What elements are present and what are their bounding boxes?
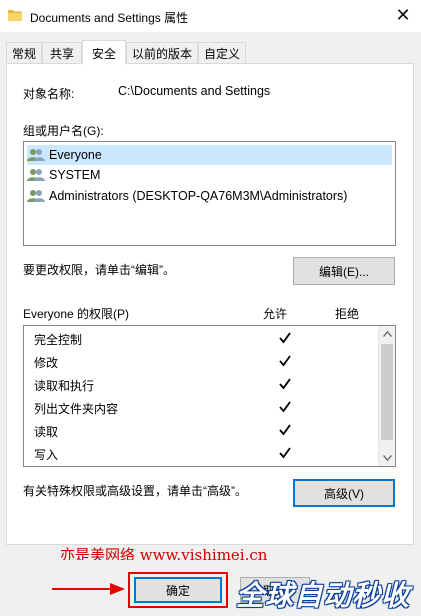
security-panel: 对象名称: C:\Documents and Settings 组或用户名(G)…: [6, 63, 414, 545]
permission-row-list-folder: 列出文件夹内容: [34, 397, 374, 420]
users-icon: [27, 149, 45, 161]
list-item-administrators[interactable]: Administrators (DESKTOP-QA76M3M\Administ…: [27, 186, 347, 206]
list-item-label: Administrators (DESKTOP-QA76M3M\Administ…: [49, 189, 348, 203]
scroll-up-icon[interactable]: [379, 326, 395, 342]
permissions-list[interactable]: 完全控制 修改 读取和执行 列出文件夹内容 读取 写入: [23, 325, 396, 467]
users-listbox[interactable]: Everyone SYSTEM Administrators (DESKTOP-…: [23, 141, 396, 246]
tab-sharing[interactable]: 共享: [42, 42, 82, 64]
logo-watermark: 全球自动秒收: [236, 580, 411, 611]
permission-name: 读取: [34, 425, 59, 439]
list-item-label: SYSTEM: [49, 168, 101, 182]
groups-label: 组或用户名(G):: [23, 124, 104, 138]
advanced-button[interactable]: 高级(V): [293, 479, 395, 507]
checkmark-icon: [279, 332, 291, 344]
checkmark-icon: [279, 355, 291, 367]
permissions-scrollbar[interactable]: [378, 326, 395, 466]
checkmark-icon: [279, 378, 291, 390]
tab-security[interactable]: 安全: [82, 40, 126, 65]
folder-icon: [8, 10, 22, 21]
window-title: Documents and Settings 属性: [30, 11, 189, 25]
close-button[interactable]: ✕: [385, 0, 421, 30]
permission-name: 读取和执行: [34, 379, 95, 393]
tab-previous-versions[interactable]: 以前的版本: [126, 42, 198, 64]
scroll-down-icon[interactable]: [379, 450, 395, 466]
checkmark-icon: [279, 424, 291, 436]
tab-general[interactable]: 常规: [6, 42, 42, 64]
list-item-system[interactable]: SYSTEM: [27, 165, 100, 185]
checkmark-icon: [279, 447, 291, 459]
permission-row-write: 写入: [34, 443, 374, 466]
scroll-thumb[interactable]: [381, 344, 393, 440]
permission-row-modify: 修改: [34, 351, 374, 374]
list-item-everyone[interactable]: Everyone: [27, 145, 392, 165]
permission-row-read: 读取: [34, 420, 374, 443]
permissions-header: Everyone 的权限(P): [23, 307, 130, 321]
users-icon: [27, 169, 45, 181]
permission-name: 列出文件夹内容: [34, 402, 119, 416]
permission-name: 完全控制: [34, 333, 83, 347]
deny-column-header: 拒绝: [335, 307, 360, 321]
tab-customize[interactable]: 自定义: [198, 42, 246, 64]
ok-button[interactable]: 确定: [134, 577, 222, 603]
red-arrow-icon: [52, 583, 125, 595]
permission-row-read-execute: 读取和执行: [34, 374, 374, 397]
object-name-value: C:\Documents and Settings: [118, 84, 271, 98]
permission-name: 写入: [34, 448, 59, 462]
permission-name: 修改: [34, 356, 59, 370]
edit-hint: 要更改权限，请单击“编辑”。: [23, 263, 175, 277]
permission-row-full-control: 完全控制: [34, 328, 374, 351]
object-name-label: 对象名称:: [23, 87, 75, 101]
title-bar: Documents and Settings 属性 ✕: [0, 0, 421, 32]
edit-button[interactable]: 编辑(E)...: [293, 257, 395, 285]
list-item-label: Everyone: [49, 148, 102, 162]
advanced-hint: 有关特殊权限或高级设置，请单击“高级”。: [23, 484, 247, 498]
users-icon: [27, 190, 45, 202]
allow-column-header: 允许: [263, 307, 288, 321]
checkmark-icon: [279, 401, 291, 413]
